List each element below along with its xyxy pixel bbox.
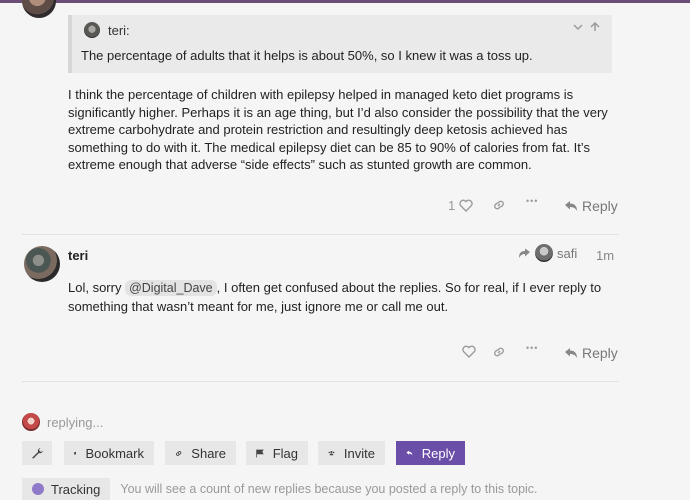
reply-to-indicator[interactable]: safi [518,244,577,262]
share-link-icon [176,450,182,456]
admin-wrench-button[interactable] [22,441,52,465]
link-icon [494,347,504,357]
reply-to-avatar [535,244,553,262]
share-button[interactable]: Share [165,441,236,465]
reply-to-arrow-icon [519,248,530,258]
replying-text: replying... [47,414,104,430]
quote-text: The percentage of adults that it helps i… [81,48,533,63]
reply-icon [565,201,577,211]
quote-author: teri: [108,23,130,38]
post-divider [22,234,619,235]
invite-label: Invite [343,445,375,461]
heart-icon [462,345,476,358]
reply-to-name: safi [557,245,578,261]
reply-icon [565,348,577,358]
wrench-icon [31,447,43,459]
invite-button[interactable]: Invite [318,441,385,465]
heart-icon [459,199,473,212]
like-button[interactable] [462,345,476,358]
post-body: Lol, sorry @Digital_Dave, I often get co… [68,279,613,315]
flag-icon [256,449,264,457]
top-accent-bar [0,0,690,3]
link-button[interactable] [492,345,506,359]
link-button[interactable] [492,198,506,212]
like-button[interactable]: 1 [448,198,473,213]
reply-icon [406,450,413,456]
arrow-up-icon[interactable] [590,22,600,32]
tracking-dot-icon [32,483,44,495]
quote-controls [573,21,600,35]
like-count: 1 [448,198,456,213]
flag-button[interactable]: Flag [246,441,308,465]
bookmark-icon [74,451,77,455]
post-divider [22,381,619,382]
quote-block: teri: The percentage of adults that it h… [68,15,612,73]
reply-label: Reply [582,198,618,214]
bookmark-button[interactable]: Bookmark [64,441,154,465]
more-icon: ••• [526,196,539,206]
body-text: Lol, sorry [68,280,126,295]
avatar[interactable] [22,0,56,18]
chevron-down-icon[interactable] [573,22,583,32]
more-button[interactable]: ••• [526,343,538,353]
mention-link[interactable]: @Digital_Dave [125,280,217,296]
link-icon [494,200,504,210]
post-author[interactable]: teri [68,248,88,263]
avatar[interactable] [24,246,60,282]
tracking-label: Tracking [51,481,101,497]
quote-avatar[interactable] [84,22,100,38]
avatar [22,413,40,431]
more-icon: ••• [526,343,539,353]
invite-icon [328,451,335,456]
post-time[interactable]: 1m [596,248,614,263]
tracking-description: You will see a count of new replies beca… [120,482,538,496]
reply-label: Reply [421,445,455,461]
flag-label: Flag [272,445,298,461]
bookmark-label: Bookmark [85,445,144,461]
reply-button[interactable]: Reply [564,345,618,361]
more-button[interactable]: ••• [526,196,538,206]
reply-button[interactable]: Reply [396,441,465,465]
reply-label: Reply [582,345,618,361]
reply-button[interactable]: Reply [564,198,618,214]
replying-indicator: replying... [22,413,103,431]
post-body: I think the percentage of children with … [68,87,608,173]
share-label: Share [191,445,226,461]
